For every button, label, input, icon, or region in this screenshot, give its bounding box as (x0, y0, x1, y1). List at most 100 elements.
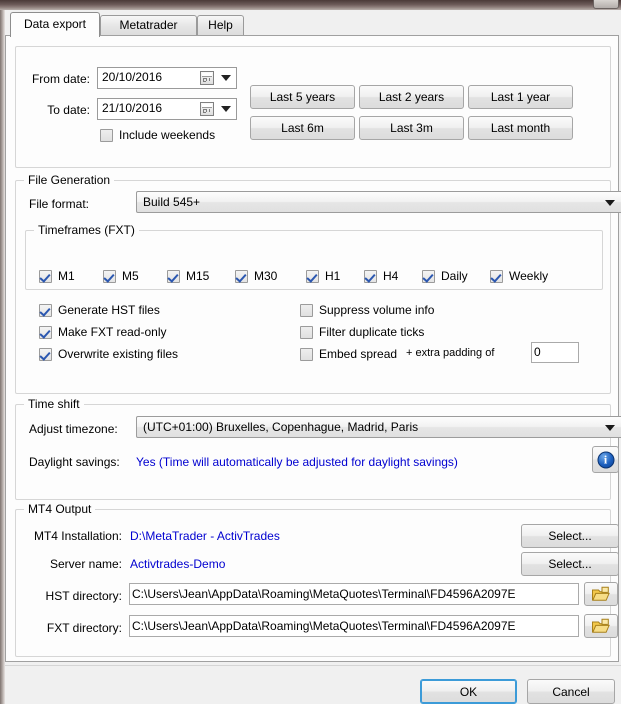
chevron-down-icon[interactable] (221, 75, 231, 81)
last-6m-button[interactable]: Last 6m (250, 116, 355, 140)
window-titlebar (0, 0, 621, 10)
info-icon (597, 451, 614, 468)
include-weekends-checkbox[interactable] (100, 129, 113, 142)
filter-duplicate-ticks-checkbox[interactable] (300, 326, 313, 339)
from-date-value: 20/10/2016 (102, 70, 162, 84)
calendar-icon (200, 102, 214, 116)
from-date-picker[interactable]: 20/10/2016 (97, 67, 237, 89)
timeframe-label-weekly: Weekly (509, 269, 548, 283)
extra-padding-label: + extra padding of (406, 347, 494, 359)
last-month-button[interactable]: Last month (468, 116, 573, 140)
timeframe-checkbox-daily[interactable] (422, 270, 435, 283)
timeframe-label-h1: H1 (325, 269, 340, 283)
to-date-value: 21/10/2016 (102, 101, 162, 115)
last-1-year-label: Last 1 year (491, 90, 550, 104)
mt4-installation-select-button[interactable]: Select... (521, 524, 619, 548)
cancel-button[interactable]: Cancel (527, 679, 615, 704)
last-5-years-button[interactable]: Last 5 years (250, 85, 355, 109)
dialog-window: Data export Metatrader Info Help From da… (0, 0, 621, 704)
tab-data-export-label: Data export (24, 17, 86, 31)
tab-help-label: Help (208, 18, 233, 32)
extra-padding-value: 0 (534, 345, 541, 359)
make-fxt-readonly-label: Make FXT read-only (58, 325, 167, 339)
filter-duplicate-ticks-label: Filter duplicate ticks (319, 325, 424, 339)
extra-padding-input[interactable]: 0 (531, 342, 579, 363)
mt4-installation-value: D:\MetaTrader - ActivTrades (130, 529, 280, 543)
last-3m-label: Last 3m (390, 121, 433, 135)
daylight-savings-label: Daylight savings: (29, 455, 120, 469)
daylight-savings-info-button[interactable] (592, 446, 619, 473)
dialog-client-area: Data export Metatrader Info Help From da… (0, 10, 621, 704)
suppress-volume-label: Suppress volume info (319, 303, 434, 317)
file-generation-caption: File Generation (24, 173, 114, 187)
file-format-value: Build 545+ (143, 195, 200, 209)
window-control-button[interactable] (593, 0, 619, 9)
make-fxt-readonly-checkbox[interactable] (39, 326, 52, 339)
timeframe-checkbox-m15[interactable] (167, 270, 180, 283)
tab-data-export[interactable]: Data export (10, 12, 100, 37)
fxt-directory-label: FXT directory: (10, 621, 122, 635)
timeframe-checkbox-m30[interactable] (235, 270, 248, 283)
hst-directory-input[interactable]: C:\Users\Jean\AppData\Roaming\MetaQuotes… (129, 583, 579, 605)
tab-bar: Data export Metatrader Info Help (5, 12, 621, 36)
adjust-timezone-combo[interactable]: (UTC+01:00) Bruxelles, Copenhague, Madri… (136, 416, 621, 438)
calendar-icon (200, 71, 214, 85)
overwrite-existing-checkbox[interactable] (39, 348, 52, 361)
cancel-label: Cancel (552, 685, 589, 699)
last-2-years-label: Last 2 years (379, 90, 444, 104)
hst-directory-browse-button[interactable] (584, 582, 618, 606)
timeframe-checkbox-m5[interactable] (103, 270, 116, 283)
ok-button[interactable]: OK (420, 679, 517, 704)
mt4-installation-select-label: Select... (548, 529, 591, 543)
chevron-down-icon[interactable] (221, 106, 231, 112)
timeframe-checkbox-weekly[interactable] (490, 270, 503, 283)
mt4-output-caption: MT4 Output (24, 502, 95, 516)
chevron-down-icon[interactable] (605, 200, 615, 206)
embed-spread-label: Embed spread (319, 347, 397, 361)
last-2-years-button[interactable]: Last 2 years (359, 85, 464, 109)
hst-directory-value: C:\Users\Jean\AppData\Roaming\MetaQuotes… (132, 587, 516, 601)
generate-hst-checkbox[interactable] (39, 304, 52, 317)
server-name-label: Server name: (10, 557, 122, 571)
file-format-combo[interactable]: Build 545+ (136, 191, 621, 213)
hst-directory-label: HST directory: (10, 589, 122, 603)
timeframe-label-daily: Daily (441, 269, 468, 283)
time-shift-caption: Time shift (24, 397, 84, 411)
server-name-select-button[interactable]: Select... (521, 552, 619, 576)
include-weekends-label: Include weekends (119, 128, 215, 142)
tab-panel-data-export: From date: 20/10/2016 To date: 21/10/201… (5, 35, 619, 662)
fxt-directory-browse-button[interactable] (584, 614, 618, 638)
daylight-savings-value: Yes (Time will automatically be adjusted… (136, 455, 458, 469)
timeframe-label-m5: M5 (122, 269, 139, 283)
ok-label: OK (460, 685, 477, 699)
fxt-directory-input[interactable]: C:\Users\Jean\AppData\Roaming\MetaQuotes… (129, 615, 579, 637)
server-name-value: Activtrades-Demo (130, 557, 225, 571)
timeframe-checkbox-h1[interactable] (306, 270, 319, 283)
timeframes-caption: Timeframes (FXT) (34, 223, 139, 237)
to-date-picker[interactable]: 21/10/2016 (97, 98, 237, 120)
last-5-years-label: Last 5 years (270, 90, 335, 104)
overwrite-existing-label: Overwrite existing files (58, 347, 178, 361)
to-date-label: To date: (10, 103, 90, 117)
tab-metatrader-info[interactable]: Metatrader Info (100, 15, 197, 36)
server-name-select-label: Select... (548, 557, 591, 571)
timeframe-label-m15: M15 (186, 269, 209, 283)
timeframe-label-m1: M1 (58, 269, 75, 283)
timeframe-checkbox-m1[interactable] (39, 270, 52, 283)
timeframe-label-m30: M30 (254, 269, 277, 283)
last-6m-label: Last 6m (281, 121, 324, 135)
tab-help[interactable]: Help (197, 15, 244, 36)
adjust-timezone-label: Adjust timezone: (29, 422, 118, 436)
footer-separator (5, 665, 621, 666)
last-3m-button[interactable]: Last 3m (359, 116, 464, 140)
folder-icon (592, 618, 611, 634)
folder-icon (592, 586, 611, 602)
last-1-year-button[interactable]: Last 1 year (468, 85, 573, 109)
timeframe-checkbox-h4[interactable] (364, 270, 377, 283)
timeframe-label-h4: H4 (383, 269, 398, 283)
suppress-volume-checkbox[interactable] (300, 304, 313, 317)
embed-spread-checkbox[interactable] (300, 348, 313, 361)
chevron-down-icon[interactable] (605, 425, 615, 431)
from-date-label: From date: (10, 72, 90, 86)
fxt-directory-value: C:\Users\Jean\AppData\Roaming\MetaQuotes… (132, 619, 516, 633)
